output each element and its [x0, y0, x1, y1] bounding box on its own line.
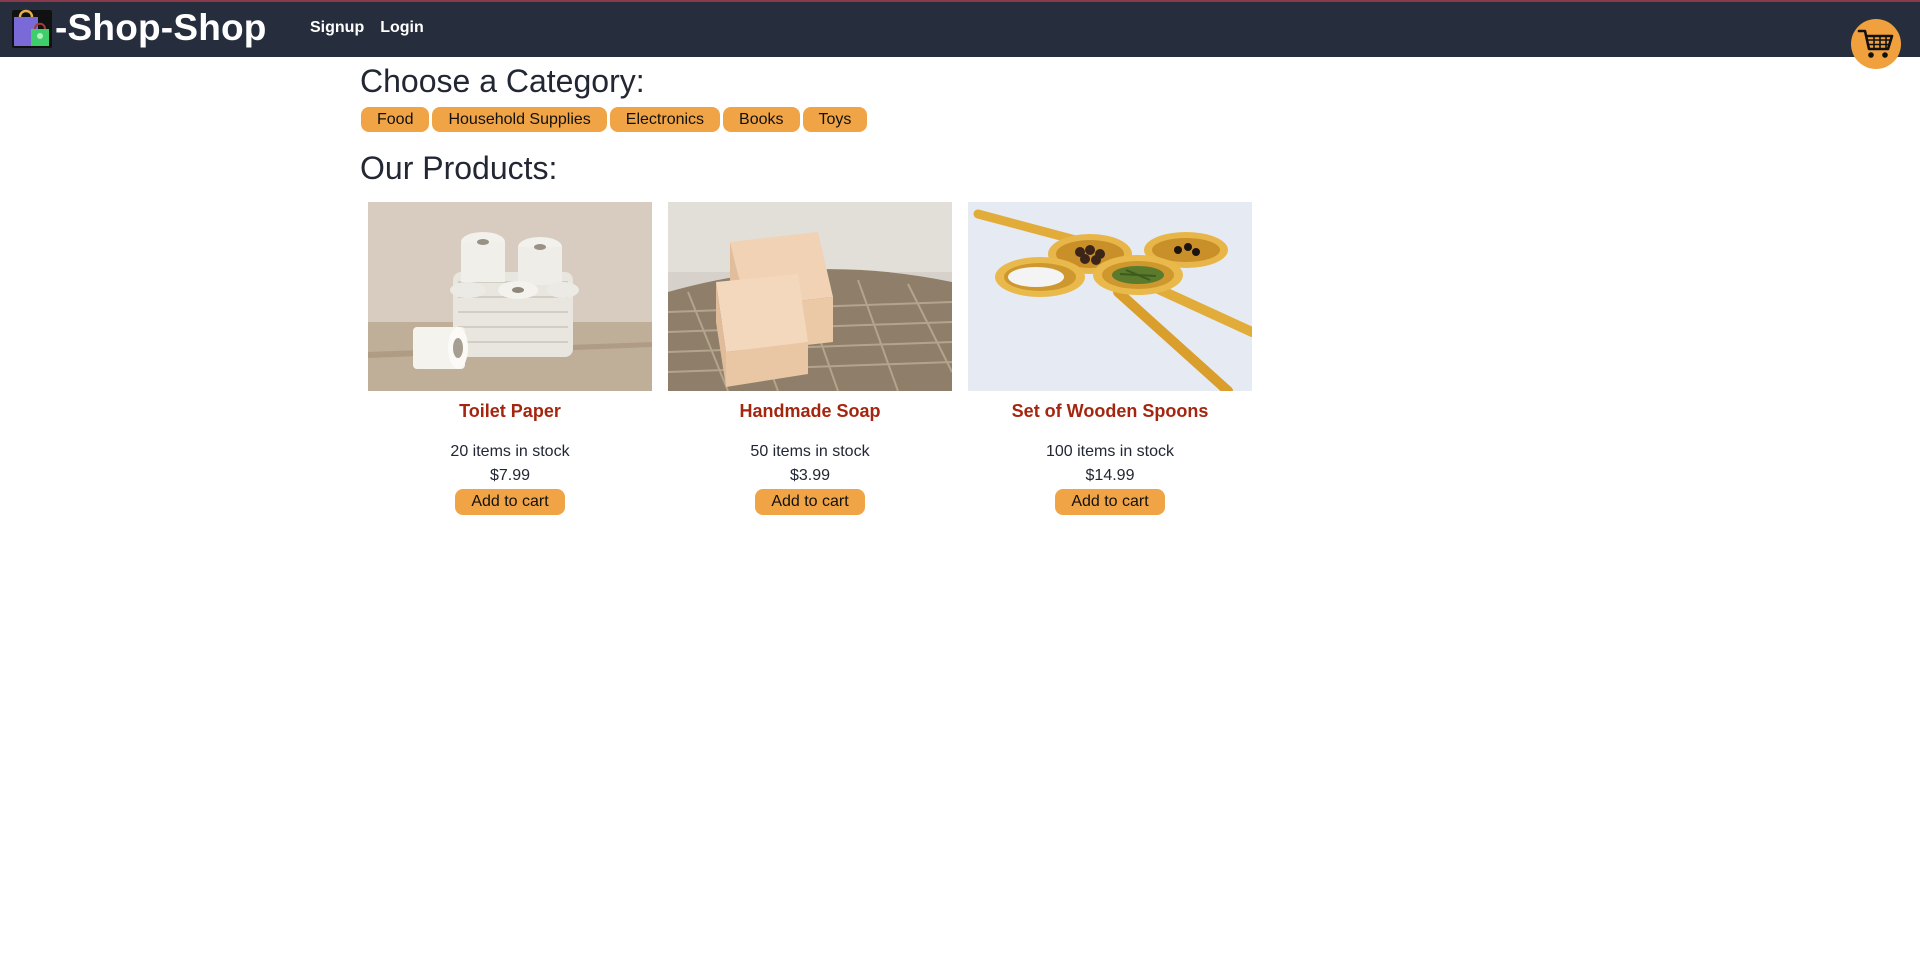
product-list: Toilet Paper 20 items in stock $7.99 Add… — [368, 202, 1252, 515]
product-card: Handmade Soap 50 items in stock $3.99 Ad… — [668, 202, 952, 515]
product-price: $7.99 — [489, 467, 531, 484]
product-name-link[interactable]: Set of Wooden Spoons — [968, 401, 1252, 423]
login-link[interactable]: Login — [380, 19, 424, 37]
category-button-food[interactable]: Food — [361, 107, 430, 132]
toilet-paper-photo[interactable] — [368, 202, 652, 391]
product-card: Toilet Paper 20 items in stock $7.99 Add… — [368, 202, 652, 515]
wooden-spoons-photo[interactable] — [968, 202, 1252, 391]
product-name-link[interactable]: Toilet Paper — [368, 401, 652, 423]
add-to-cart-button[interactable]: Add to cart — [1055, 489, 1165, 515]
signup-link[interactable]: Signup — [310, 19, 364, 37]
category-button-household-supplies[interactable]: Household Supplies — [432, 107, 607, 132]
product-stock: 50 items in stock — [750, 443, 870, 460]
top-navbar: -Shop-Shop Signup Login — [0, 0, 1920, 57]
add-to-cart-button[interactable]: Add to cart — [755, 489, 865, 515]
category-heading: Choose a Category: — [360, 63, 645, 99]
category-button-electronics[interactable]: Electronics — [609, 107, 721, 132]
product-price: $3.99 — [789, 467, 831, 484]
product-price: $14.99 — [1085, 467, 1135, 484]
product-card: Set of Wooden Spoons 100 items in stock … — [968, 202, 1252, 515]
shopping-cart-icon — [1857, 29, 1894, 58]
add-to-cart-button[interactable]: Add to cart — [455, 489, 565, 515]
handmade-soap-photo[interactable] — [668, 202, 952, 391]
nav-links: Signup Login — [310, 19, 424, 37]
category-list: Food Household Supplies Electronics Book… — [361, 107, 868, 132]
cart-button[interactable] — [1851, 19, 1901, 69]
brand-link[interactable]: -Shop-Shop — [11, 7, 267, 49]
products-heading: Our Products: — [360, 150, 558, 186]
brand-title: -Shop-Shop — [55, 7, 267, 48]
product-stock: 100 items in stock — [1045, 443, 1175, 460]
shopping-bag-icon — [12, 9, 52, 48]
product-stock: 20 items in stock — [450, 443, 570, 460]
category-button-toys[interactable]: Toys — [802, 107, 868, 132]
product-name-link[interactable]: Handmade Soap — [668, 401, 952, 423]
category-button-books[interactable]: Books — [723, 107, 800, 132]
